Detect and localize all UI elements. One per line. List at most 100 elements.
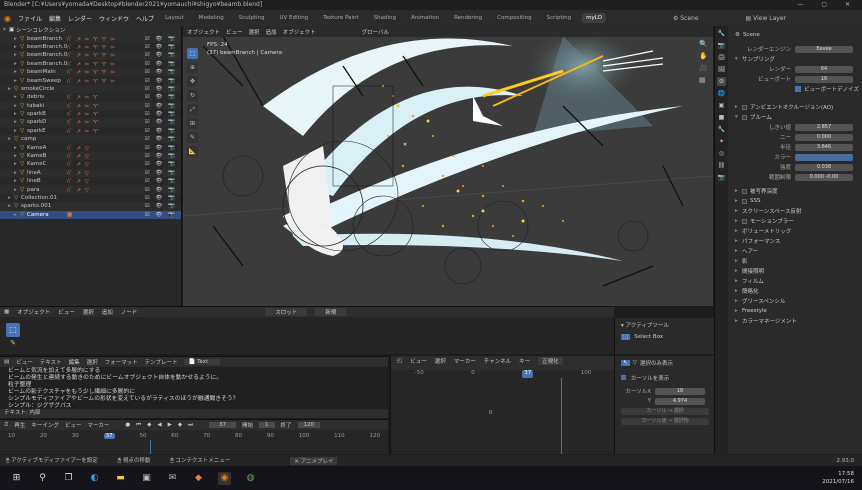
outliner-row[interactable]: ▸▽beamBranch.001ﾊﾞ ↗ ✂ ♈ ♈ ✂☑ 👁 📷 [0,43,181,51]
scale-tool-icon[interactable]: ⤢ [187,104,198,115]
viewport-menu-view[interactable]: ビュー [226,28,243,36]
properties-section[interactable]: ▸ グリースペンシル [729,296,862,306]
play-reverse-icon[interactable]: ◀ [157,422,161,428]
outliner-row[interactable]: ▸ ▽ beamBranch ﾊﾞ ↗ ✂ ♈ ♈ ✂ ☑ 👁 📷 [0,34,181,43]
editor-mode-select[interactable]: オブジェクト [17,308,50,316]
ao-section[interactable]: ▸ アンビエントオクルージョン(AO) [729,102,862,112]
cursor-x-field[interactable]: 18 [655,387,705,395]
timeline-ruler[interactable]: 10 20 30 37 50 60 70 80 90 100 110 120 [0,433,388,439]
search-icon[interactable]: ⚲ [36,472,49,485]
editor-menu-add[interactable]: 追加 [102,308,113,316]
outliner-root[interactable]: ▾ ▣ シーンコレクション [0,26,181,35]
outliner-row[interactable]: ▸ ▽ camp ☑ 👁 📷 [0,135,181,144]
start-frame-field[interactable]: 1 [259,422,275,428]
properties-section[interactable]: ▸ 間接照明 [729,266,862,276]
visibility-toggles[interactable]: ☑ 👁 📷 [145,44,177,50]
move-tool-icon[interactable]: ✥ [187,76,198,87]
section-checkbox[interactable] [742,218,747,224]
end-frame-field[interactable]: 120 [297,422,321,428]
text-file-select[interactable]: 📄 Text [184,359,221,365]
tab-modeling[interactable]: Modeling [195,13,228,23]
render-samples-field[interactable]: 64 [795,65,853,73]
visibility-toggles[interactable]: ☑ 👁 📷 [145,103,177,109]
outliner-row[interactable]: ▸ ▽ sparkB ﾊﾞ ↗ ✂ ♈ ☑ 👁 📷 [0,110,181,118]
outliner-row[interactable]: ▸ ▽ KameB ﾊﾞ ↗ ▽ ☑ 👁 📷 [0,151,181,161]
annotate-tool-icon[interactable]: ✎ [187,132,198,143]
visibility-toggles[interactable]: ☑ 👁 📷 [145,61,177,67]
menu-window[interactable]: ウィンドウ [99,14,129,23]
rotate-tool-icon[interactable]: ↻ [187,90,198,101]
edge-browser-icon[interactable]: ◐ [88,472,101,485]
output-tab-icon[interactable]: 🖨 [717,53,726,62]
properties-section[interactable]: ▸ パフォーマンス [729,236,862,246]
properties-section[interactable]: ▸ SSS [729,196,862,206]
bloom-field-value[interactable]: 0.000 [795,133,853,141]
graph-menu-channel[interactable]: チャンネル [484,357,511,365]
text-line[interactable]: ビームの発生と連続する動きのためにビームオブジェクト自体を動かせるように。 [0,375,388,382]
properties-section[interactable]: ▸ 簡略化 [729,286,862,296]
tab-animation[interactable]: Animation [407,13,443,23]
outliner-row[interactable]: ▸ ▽ KameC ﾊﾞ ↗ ▽ ☑ 👁 📷 [0,160,181,168]
properties-section[interactable]: ▸ Freestyle [729,306,862,316]
text-menu-edit[interactable]: 編集 [69,358,80,366]
graph-type-icon[interactable]: ◰ [397,358,402,364]
annotate-tool-icon[interactable]: ✎ [6,339,20,351]
visibility-toggles[interactable]: ☑ 👁 📷 [145,187,177,193]
graph-menu-view[interactable]: ビュー [410,357,427,365]
system-clock[interactable]: 17:58 2021/07/16 [822,470,854,486]
outliner-row[interactable]: ▸ ▽ debris ﾊﾞ ↗ ✂ ♈ ☑ 👁 📷 [0,93,181,101]
normalize-toggle[interactable]: 正規化 [538,357,563,365]
visibility-toggles[interactable]: ☑ 👁 📷 [145,128,177,134]
editor-menu-view[interactable]: ビュー [58,308,75,316]
properties-section[interactable]: ▸ カラーマネージメント [729,316,862,326]
timeline-menu-keying[interactable]: キーイング [31,421,59,429]
outliner-row[interactable]: ▸ ▽ beamSweep ﾊﾞ ↗ ✂ ♈ ♈ ✂ ☑ 👁 📷 [0,76,181,85]
outliner-row[interactable]: ▸▽beamBranch.003ﾊﾞ ↗ ✂ ♈ ♈ ✂☑ 👁 📷 [0,60,181,68]
tab-shading[interactable]: Shading [370,13,400,23]
timeline-menu-playback[interactable]: 再生 [14,421,25,429]
properties-section[interactable]: ▸ 影 [729,256,862,266]
text-menu-view[interactable]: ビュー [16,358,33,366]
windows-start-icon[interactable]: ⊞ [10,472,23,485]
text-line[interactable]: ビームの影テクスチャをもう少し繊細に多層的に [0,389,388,396]
properties-section[interactable]: ▸ フィルム [729,276,862,286]
tab-texture-paint[interactable]: Texture Paint [319,13,363,23]
section-checkbox[interactable] [742,198,747,204]
show-cursor-row[interactable]: カーソルを表示 [615,370,714,386]
outliner-row[interactable]: ▸ ▽ lineB ﾊﾞ ↗ ▽ ☑ 👁 📷 [0,177,181,185]
new-button[interactable]: 新規 [315,308,347,316]
current-frame-field[interactable]: 37 [209,422,237,428]
viewport-menu-add[interactable]: 追加 [266,28,277,36]
cursor-tool-icon[interactable]: ⊕ [187,62,198,73]
bloom-field-value[interactable]: 0.000 -0.00 [795,173,853,181]
section-checkbox[interactable] [742,188,747,194]
view-layer-selector[interactable]: ▤ View Layer [746,15,786,22]
timeline-type-icon[interactable]: ⏱ [4,422,8,429]
graph-menu-key[interactable]: キー [519,357,530,365]
jump-end-icon[interactable]: ⏭ [188,422,193,429]
visibility-toggles[interactable]: ☑ 👁 📷 [145,86,177,92]
tab-uv-editing[interactable]: UV Editing [275,13,312,23]
perspective-icon[interactable]: ▦ [699,76,709,84]
zoom-icon[interactable]: 🔍 [699,40,709,48]
viewport-menu-select[interactable]: 選択 [249,28,260,36]
blender-logo-icon[interactable]: ◉ [4,14,11,23]
text-line[interactable]: シンプルモディファイアやビームの形状を変えているがラティスのほうが融通聞きそう？ [0,396,388,403]
visibility-toggles[interactable]: ☑ 👁 📷 [145,153,177,159]
visibility-toggles[interactable]: ☑ 👁 📷 [145,36,177,42]
scene-selector[interactable]: ⚙ Scene [673,15,699,22]
particles-tab-icon[interactable]: ✦ [717,137,726,146]
select-box-tool-icon[interactable]: ⬚ [187,48,198,59]
blender-taskbar-icon[interactable]: ◉ [218,471,231,485]
world-tab-icon[interactable]: 🌐 [717,89,726,98]
cursor-to-selected-button[interactable]: カーソル → 選択 [621,407,709,415]
outliner-row[interactable]: ▸ ▽ smokeCircle ☑ 👁 📷 [0,84,181,94]
tab-rendering[interactable]: Rendering [450,13,486,23]
constraints-tab-icon[interactable]: ⛓ [717,161,726,170]
outliner-row[interactable]: ▸▽beamBranch.002ﾊﾞ ↗ ✂ ♈ ♈ ✂☑ 👁 📷 [0,51,181,60]
outliner-row[interactable]: ▸ ▽ tabaki ﾊﾞ ↗ ✂ ♈ ☑ 👁 📷 [0,101,181,110]
visibility-toggles[interactable]: ☑ 👁 📷 [145,170,177,176]
graph-plot-area[interactable]: -50 0 37 100 0 [391,370,615,454]
render-engine-select[interactable]: Eevee [795,45,853,53]
outliner-row[interactable]: ▸ ▽ sparks.001 ☑ 👁 📷 [0,202,181,211]
